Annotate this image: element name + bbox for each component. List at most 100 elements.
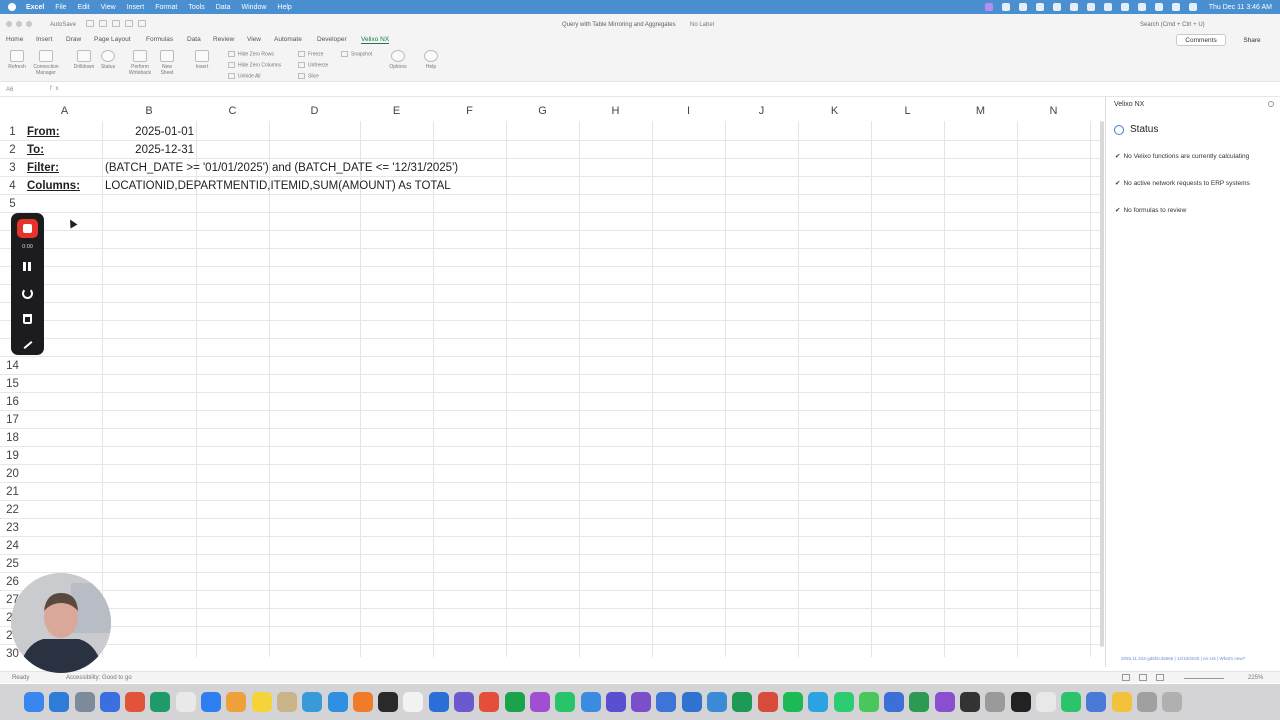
- column-header-g[interactable]: G: [506, 101, 579, 121]
- tab-automate[interactable]: Automate: [274, 36, 302, 43]
- tray-icon[interactable]: [1018, 3, 1027, 11]
- tab-velixo-nx[interactable]: Velixo NX: [361, 36, 390, 44]
- app-icon[interactable]: [276, 692, 297, 712]
- whatsapp-icon[interactable]: [833, 692, 854, 712]
- column-header-c[interactable]: C: [196, 101, 269, 121]
- tab-draw[interactable]: Draw: [66, 36, 81, 43]
- app-icon[interactable]: [504, 692, 525, 712]
- app-icon[interactable]: [1010, 692, 1031, 712]
- row-header[interactable]: 5: [0, 195, 25, 213]
- name-box[interactable]: A6: [6, 87, 13, 93]
- pen-icon[interactable]: [23, 341, 33, 349]
- worksheet-grid[interactable]: A B C D E F G H I J K L M N 1 From: 2025…: [0, 101, 1102, 657]
- zoom-level[interactable]: 225%: [1248, 675, 1263, 681]
- terminal-icon[interactable]: [378, 692, 399, 712]
- app-icon[interactable]: [352, 692, 373, 712]
- hide-zero-columns-button[interactable]: Hide Zero Columns: [228, 62, 281, 68]
- wifi-icon[interactable]: [1154, 3, 1163, 11]
- app-icon[interactable]: [99, 692, 120, 712]
- tray-icon[interactable]: [1120, 3, 1129, 11]
- page-break-view-icon[interactable]: [1156, 674, 1164, 681]
- cell-b4[interactable]: LOCATIONID,DEPARTMENTID,ITEMID,SUM(AMOUN…: [105, 177, 451, 195]
- column-header-h[interactable]: H: [579, 101, 652, 121]
- options-button[interactable]: Options: [386, 50, 410, 71]
- row-header[interactable]: 22: [0, 501, 25, 519]
- home-icon[interactable]: [86, 20, 94, 27]
- menu-file[interactable]: File: [55, 4, 66, 11]
- trash-icon[interactable]: [1162, 692, 1183, 712]
- column-header-f[interactable]: F: [433, 101, 506, 121]
- cell-b2[interactable]: 2025-12-31: [102, 141, 194, 159]
- excel-icon[interactable]: [732, 692, 753, 712]
- app-icon[interactable]: [707, 692, 728, 712]
- version-footer[interactable]: 2025.11.332-gd5f2c35566 | 12/10/2025 | e…: [1121, 656, 1245, 661]
- app-icon[interactable]: [1086, 692, 1107, 712]
- comments-button[interactable]: Comments: [1176, 34, 1226, 46]
- row-header[interactable]: 17: [0, 411, 25, 429]
- app-icon[interactable]: [909, 692, 930, 712]
- app-icon[interactable]: [251, 692, 272, 712]
- pause-icon[interactable]: [23, 262, 31, 271]
- row-header[interactable]: 24: [0, 537, 25, 555]
- hide-zero-rows-button[interactable]: Hide Zero Rows: [228, 51, 274, 57]
- vscode-icon[interactable]: [681, 692, 702, 712]
- row-header[interactable]: 2: [0, 141, 25, 159]
- menu-excel[interactable]: Excel: [26, 4, 44, 11]
- row-header[interactable]: 18: [0, 429, 25, 447]
- search-input[interactable]: Search (Cmd + Ctrl + U): [1140, 22, 1205, 28]
- tab-view[interactable]: View: [247, 36, 261, 43]
- column-header-n[interactable]: N: [1017, 101, 1090, 121]
- menubar-clock[interactable]: Thu Dec 11 3:46 AM: [1209, 4, 1272, 11]
- cell-b1[interactable]: 2025-01-01: [102, 123, 194, 141]
- app-icon[interactable]: [49, 692, 70, 712]
- cell-a4[interactable]: Columns:: [27, 177, 80, 195]
- tab-page-layout[interactable]: Page Layout: [94, 36, 131, 43]
- tray-icon[interactable]: [1052, 3, 1061, 11]
- cell-a3[interactable]: Filter:: [27, 159, 59, 177]
- menu-help[interactable]: Help: [277, 4, 291, 11]
- column-header-k[interactable]: K: [798, 101, 871, 121]
- print-icon[interactable]: [112, 20, 120, 27]
- search-icon[interactable]: [1171, 3, 1180, 11]
- column-header-m[interactable]: M: [944, 101, 1017, 121]
- perform-writeback-button[interactable]: Perform Writeback: [125, 50, 155, 76]
- status-button[interactable]: Status: [97, 50, 119, 71]
- recording-tray-icon[interactable]: [984, 3, 993, 11]
- spotify-icon[interactable]: [782, 692, 803, 712]
- redo-icon[interactable]: [138, 20, 146, 27]
- control-center-icon[interactable]: [1188, 3, 1197, 11]
- menu-tools[interactable]: Tools: [188, 4, 204, 11]
- pane-options-icon[interactable]: [1268, 101, 1274, 107]
- insert-function-button[interactable]: fx: [50, 86, 63, 92]
- column-header-b[interactable]: B: [102, 101, 196, 121]
- messages-icon[interactable]: [1061, 692, 1082, 712]
- calendar-icon[interactable]: [403, 692, 424, 712]
- column-header-i[interactable]: I: [652, 101, 725, 121]
- insert-button[interactable]: Insert: [191, 50, 213, 71]
- tab-review[interactable]: Review: [213, 36, 234, 43]
- app-icon[interactable]: [302, 692, 323, 712]
- tab-data[interactable]: Data: [187, 36, 201, 43]
- trash-icon[interactable]: [23, 314, 32, 324]
- drilldown-button[interactable]: Drilldown: [70, 50, 98, 71]
- restart-icon[interactable]: [22, 288, 33, 299]
- column-header-d[interactable]: D: [269, 101, 360, 121]
- facetime-icon[interactable]: [555, 692, 576, 712]
- vertical-scrollbar[interactable]: [1100, 121, 1104, 647]
- app-icon[interactable]: [959, 692, 980, 712]
- app-icon[interactable]: [757, 692, 778, 712]
- apple-icon[interactable]: [8, 3, 16, 11]
- row-header[interactable]: 20: [0, 465, 25, 483]
- app-icon[interactable]: [327, 692, 348, 712]
- sensitivity-label[interactable]: No Label: [690, 22, 714, 28]
- app-icon[interactable]: [529, 692, 550, 712]
- close-window-icon[interactable]: [6, 21, 12, 27]
- downloads-icon[interactable]: [1137, 692, 1158, 712]
- app-icon[interactable]: [226, 692, 247, 712]
- zoom-window-icon[interactable]: [26, 21, 32, 27]
- column-header-l[interactable]: L: [871, 101, 944, 121]
- app-icon[interactable]: [1111, 692, 1132, 712]
- help-button[interactable]: Help: [420, 50, 442, 71]
- menu-format[interactable]: Format: [155, 4, 177, 11]
- app-icon[interactable]: [858, 692, 879, 712]
